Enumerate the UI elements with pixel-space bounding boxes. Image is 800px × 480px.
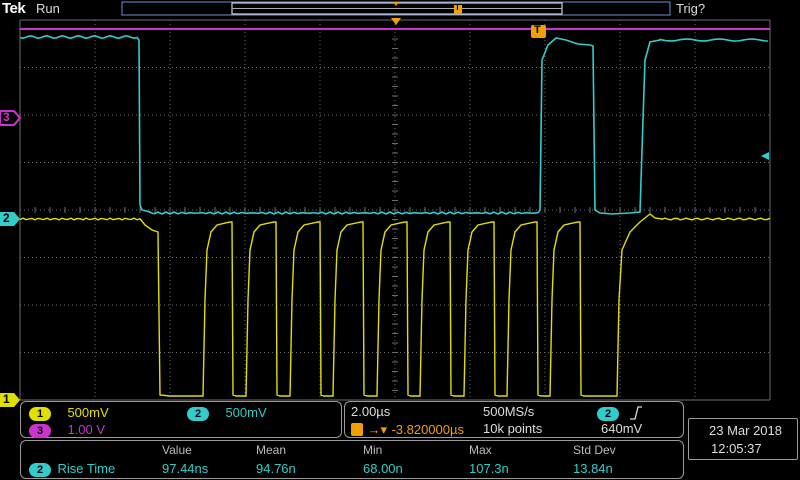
ch2-marker-label: 2 — [3, 211, 10, 225]
measurement-min: 68.00n — [363, 461, 403, 476]
acquisition-status[interactable]: Run — [36, 1, 60, 16]
graticule — [19, 19, 771, 401]
ch2-scale: 500mV — [225, 405, 267, 420]
datetime-panel: 23 Mar 2018 12:05:37 — [688, 418, 798, 460]
measurement-header-min: Min — [363, 443, 383, 457]
horizontal-delay-readout: →▾ -3.820000µs — [351, 421, 464, 439]
rising-edge-icon — [630, 406, 643, 420]
measurement-header-value: Value — [162, 443, 192, 457]
trigger-delay-icon — [351, 423, 363, 437]
measurement-row[interactable]: 2 Rise Time — [29, 460, 115, 478]
trigger-level-icon[interactable] — [761, 152, 769, 160]
timebase-panel[interactable]: 2.00µs 500MS/s →▾ -3.820000µs 10k points… — [344, 401, 684, 438]
measurement-header-stddev: Std Dev — [573, 443, 616, 457]
measurement-channel-badge: 2 — [29, 463, 51, 477]
measurement-value: 97.44ns — [162, 461, 209, 476]
time-display: 12:05:37 — [711, 441, 762, 456]
measurement-panel[interactable]: Value Mean Min Max Std Dev 2 Rise Time 9… — [20, 440, 684, 479]
trigger-status: Trig? — [676, 1, 706, 16]
expansion-point-icon — [391, 18, 401, 25]
channel-settings-panel: 1 500mV 2 500mV 3 1.00 V — [20, 401, 342, 438]
ch3-readout[interactable]: 3 1.00 V — [29, 421, 105, 439]
record-overview-bar[interactable] — [121, 1, 671, 16]
ch1-readout[interactable]: 1 500mV — [29, 404, 109, 422]
measurement-header-mean: Mean — [256, 443, 287, 457]
measurement-stddev: 13.84n — [573, 461, 613, 476]
ch3-scale: 1.00 V — [67, 422, 106, 437]
ch1-badge: 1 — [29, 407, 51, 421]
horizontal-scale: 2.00µs — [351, 404, 391, 419]
measurement-max: 107.3n — [469, 461, 509, 476]
record-length: 10k points — [483, 421, 543, 436]
ch2-readout[interactable]: 2 500mV — [187, 404, 267, 422]
measurement-header-max: Max — [469, 443, 492, 457]
measurement-mean: 94.76n — [256, 461, 296, 476]
date-display: 23 Mar 2018 — [709, 423, 782, 438]
measurement-name: Rise Time — [57, 461, 116, 476]
ch3-badge: 3 — [29, 424, 51, 438]
trigger-source-badge: 2 — [597, 407, 619, 421]
trigger-source-readout: 2 — [597, 404, 643, 422]
ch2-badge: 2 — [187, 407, 209, 421]
brand-logo: Tek — [2, 0, 26, 17]
trigger-level: 640mV — [601, 421, 643, 436]
ch1-scale: 500mV — [67, 405, 109, 420]
trigger-position-label: T — [534, 24, 541, 36]
ch1-marker-label: 1 — [3, 392, 10, 406]
overview-center-icon — [393, 2, 399, 6]
horizontal-delay: -3.820000µs — [391, 422, 464, 437]
overview-trigger-label: T — [455, 3, 460, 12]
ch3-marker-label: 3 — [3, 110, 10, 124]
delay-arrow-icon: →▾ — [367, 422, 387, 437]
sample-rate: 500MS/s — [483, 404, 535, 419]
